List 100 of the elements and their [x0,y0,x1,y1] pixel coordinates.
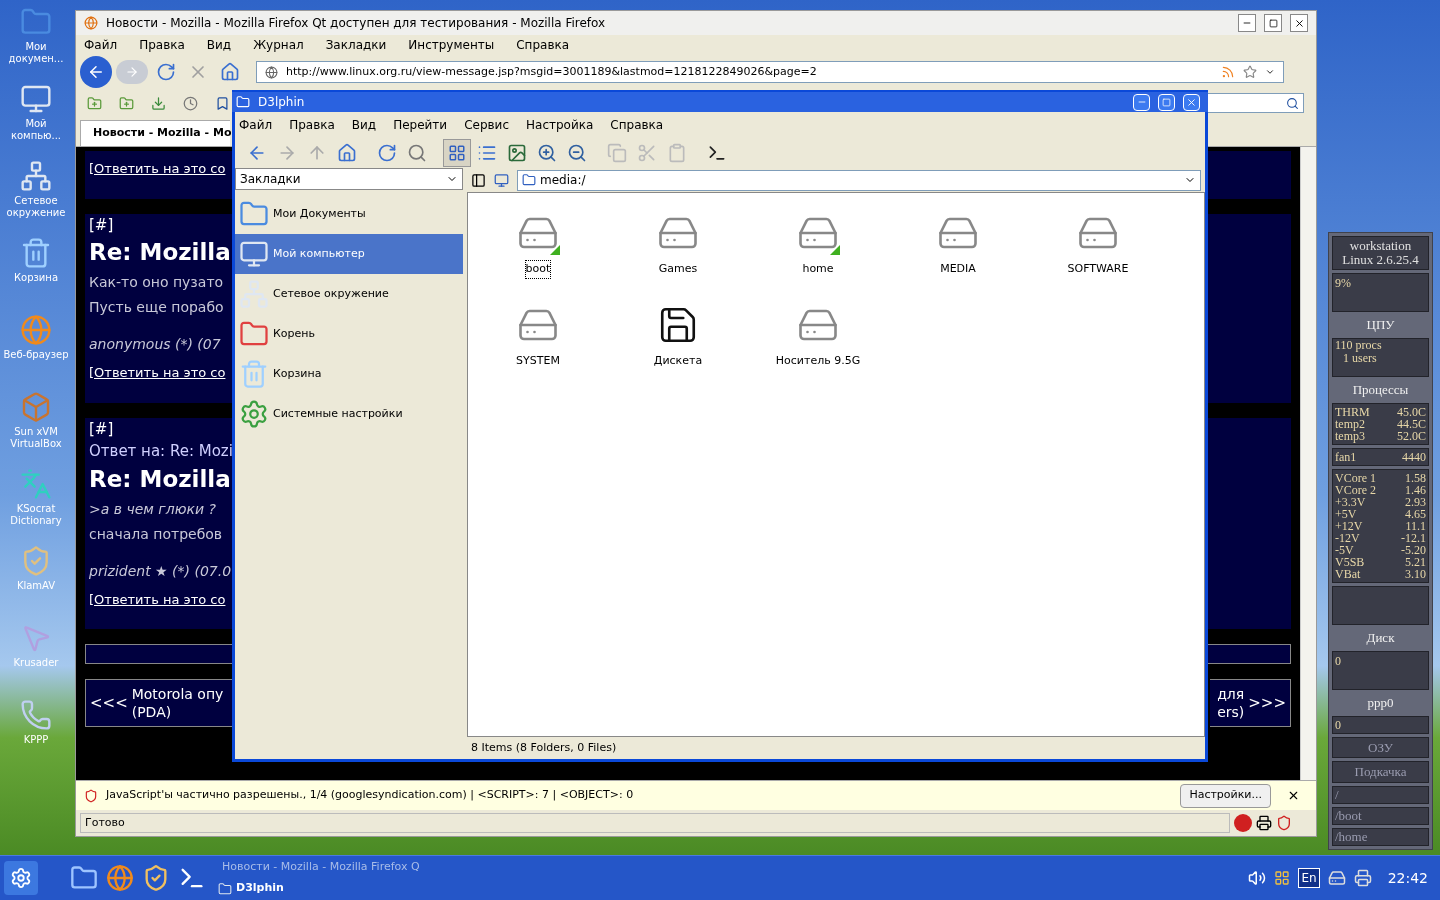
file-name[interactable]: boot [525,261,551,278]
file-name[interactable]: Дискета [653,353,703,370]
scrollbar[interactable] [1300,147,1316,780]
browser-logo-icon [84,16,98,30]
star-icon[interactable] [1243,65,1257,79]
swap-meter: Подкачка [1332,761,1429,783]
close-icon [1186,96,1197,108]
desktop-shortcut-label[interactable]: Мои докумен... [0,41,72,65]
task-button[interactable]: D3lphin [236,880,284,897]
menu-item[interactable]: Справка [516,36,570,54]
close-icon [1293,17,1305,29]
icon-view-button[interactable] [443,138,471,167]
places-item[interactable]: Мой компьютер [235,234,463,274]
toolbar-icon[interactable] [1256,815,1272,831]
search-button[interactable] [407,142,427,163]
desktop-shortcut-label[interactable]: Мой компью... [0,118,72,142]
back-button[interactable] [80,56,112,88]
places-item[interactable]: Системные настройки [235,394,463,434]
file-name[interactable]: MEDIA [940,261,976,278]
mount-meter[interactable]: / [1332,786,1429,804]
menu-item[interactable]: Инструменты [408,36,495,54]
window-title: D3lphin [258,94,306,111]
places-item[interactable]: Корень [235,314,463,354]
reload-button[interactable] [156,62,176,82]
mount-meter[interactable]: /boot [1332,807,1429,825]
anchor-link[interactable]: [#] [89,417,114,440]
new-window-button[interactable] [118,95,134,111]
menu-item[interactable]: Файл [84,36,118,54]
bookmark-button[interactable] [214,95,230,111]
file-name[interactable]: home [802,261,834,278]
task-button[interactable]: Новости - Mozilla - Mozilla Firefox Q [222,859,420,876]
menu-item[interactable]: Файл [239,115,273,134]
search-field[interactable] [1206,93,1304,113]
temperature-panel: THRM 45.0C temp2 44.5C temp3 52.0C [1332,402,1429,445]
menu-item[interactable]: Перейти [393,115,448,134]
zoom-in-button[interactable] [537,142,557,163]
launcher-icon[interactable] [70,864,98,892]
menu-item[interactable]: Вид [351,115,377,134]
maximize-button[interactable] [1264,14,1282,32]
desktop-shortcut-label[interactable]: Корзина [13,272,59,284]
file-name[interactable]: SYSTEM [516,353,560,370]
file-name[interactable]: Games [658,261,698,278]
disk-graph: 0 [1332,650,1429,691]
home-button[interactable] [337,142,357,163]
places-item[interactable]: Сетевое окружение [235,274,463,314]
reply-link[interactable]: [Ответить на это со [89,581,226,617]
reply-link[interactable]: [Ответить на это со [89,355,226,391]
tray-icon[interactable] [1274,870,1291,886]
download-button[interactable] [150,95,166,111]
keyboard-layout[interactable]: En [1298,868,1320,888]
places-item[interactable]: Корзина [235,354,463,394]
folder-icon [218,881,232,896]
clock: 22:42 [1386,868,1429,888]
disk-label: Диск [1365,629,1396,648]
zoom-out-button[interactable] [567,142,587,163]
address-field[interactable]: http://www.linux.org.ru/view-message.jsp?msgid=3001189&lastmod=1218122849026&page=2 [256,61,1284,83]
file-name[interactable]: SOFTWARE [1067,261,1129,278]
settings-button[interactable]: Настройки... [1180,783,1271,808]
search-icon[interactable] [1286,96,1299,110]
new-tab-button[interactable] [86,95,102,111]
menu-item[interactable]: Закладки [325,36,387,54]
minimize-button[interactable] [1238,14,1256,32]
history-button[interactable] [182,95,198,111]
file-name[interactable]: Носитель 9.5G [775,353,861,370]
menu-item[interactable]: Журнал [253,36,304,54]
tray-icon[interactable] [1327,869,1346,887]
preview-button[interactable] [507,142,527,163]
home-button[interactable] [220,62,240,82]
close-button[interactable] [1290,14,1308,32]
globe-icon [20,314,52,346]
tray-icon[interactable] [1353,869,1372,887]
computer-icon[interactable] [494,172,509,188]
menu-item[interactable]: Настройка [526,115,594,134]
reload-button[interactable] [377,142,397,163]
rss-icon[interactable] [1221,65,1235,79]
start-button[interactable] [4,861,38,895]
volume-icon[interactable] [1248,869,1267,887]
menu-item[interactable]: Вид [206,36,232,54]
dropdown-icon[interactable] [1265,67,1275,77]
network-label: ppp0 [1366,694,1395,713]
menu-item[interactable]: Сервис [464,115,509,134]
script-blocker-icon[interactable] [1276,815,1292,831]
menu-item[interactable]: Правка [289,115,335,134]
location-field[interactable]: media:/ [517,169,1201,191]
places-item[interactable]: Мои Документы [235,194,463,234]
menu-item[interactable]: Правка [139,36,185,54]
browser-tab[interactable]: Новости - Mozilla - Mo [80,120,230,146]
menu-item[interactable]: Справка [610,115,664,134]
voltage-panel: VCore 1 1.58 VCore 2 1.46 +3.3V 2.93 +5V 4.65 +12V 11.1 -12V -12.1 -5V -5.20 V5SB 5.21 VBat 3.10 [1332,468,1429,583]
adblock-icon[interactable] [1234,814,1252,832]
reply-link[interactable]: [Ответить на это со [89,151,226,187]
mount-meter[interactable]: /home [1332,828,1429,846]
panel-selector[interactable]: Закладки [235,168,463,190]
panel-toggle-icon[interactable] [471,172,486,188]
network-graph: 0 [1332,715,1429,734]
launcher-icon[interactable] [106,864,134,892]
close-icon[interactable] [1287,789,1300,802]
desktop-shortcut-label[interactable]: Сетевое окружение [0,195,72,219]
trash-icon [239,359,269,389]
anchor-link[interactable]: [#] [89,213,114,236]
